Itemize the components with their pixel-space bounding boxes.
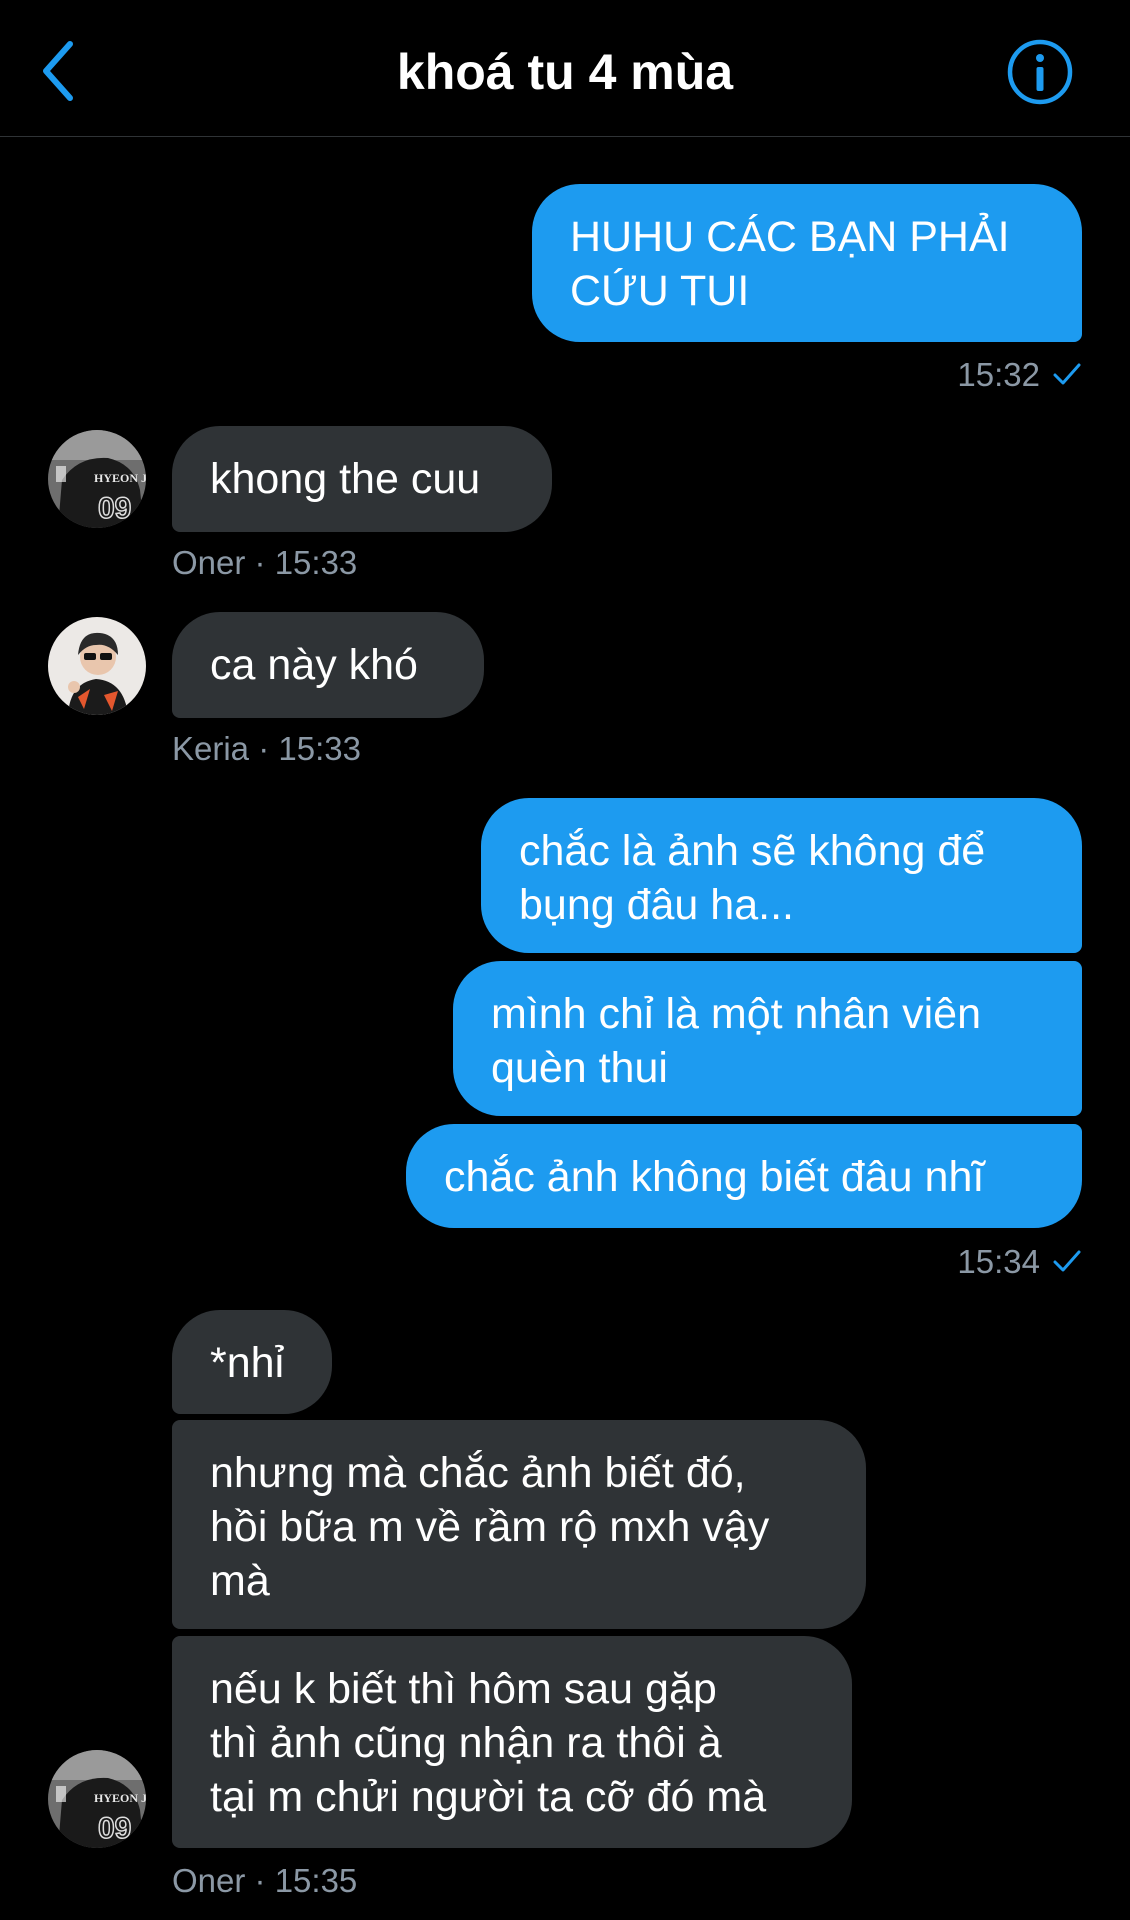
message-bubble-outgoing[interactable]: mình chỉ là một nhân viên quèn thui [453,961,1082,1116]
message-bubble-incoming[interactable]: nhưng mà chắc ảnh biết đó, hồi bữa m về … [172,1420,866,1629]
message-bubble-outgoing[interactable]: chắc là ảnh sẽ không để bụng đâu ha... [481,798,1082,953]
message-bubble-outgoing[interactable]: chắc ảnh không biết đâu nhĩ [406,1124,1082,1228]
message-line: quèn thui [491,1044,668,1092]
message-bubble-outgoing[interactable]: HUHU CÁC BẠN PHẢI CỨU TUI [532,184,1082,342]
avatar-image: HYEON JUN 09 [48,430,146,528]
message-sender-timestamp: Keria · 15:33 [172,730,361,767]
message-line: *nhỉ [210,1339,285,1387]
message-line: ca này khó [210,641,418,689]
message-line: hồi bữa m về rầm rộ mxh vậy [210,1503,770,1551]
message-timestamp: 15:34 [820,1242,1082,1282]
message-bubble-incoming[interactable]: nếu k biết thì hôm sau gặp thì ảnh cũng … [172,1636,852,1848]
message-line: mà [210,1557,270,1605]
message-line: tại m chửi người ta cỡ đó mà [210,1773,767,1821]
message-bubble-incoming[interactable]: ca này khó [172,612,484,718]
avatar-keria[interactable] [48,617,146,715]
svg-text:09: 09 [98,492,131,525]
timestamp-text: 15:34 [957,1243,1040,1280]
avatar-image: HYEON JUN 09 [48,1750,146,1848]
svg-text:HYEON JUN: HYEON JUN [94,471,146,485]
message-line: nhưng mà chắc ảnh biết đó, [210,1449,746,1497]
svg-text:HYEON JUN: HYEON JUN [94,1791,146,1805]
avatar-oner[interactable]: HYEON JUN 09 [48,1750,146,1848]
info-button[interactable] [1004,36,1076,108]
message-timestamp: 15:32 [820,355,1082,395]
message-sender-timestamp: Oner · 15:33 [172,544,358,581]
message-line: HUHU CÁC BẠN PHẢI [570,213,1010,261]
message-line: chắc ảnh không biết đâu nhĩ [444,1153,985,1201]
message-bubble-incoming[interactable]: khong the cuu [172,426,552,532]
chat-header: khoá tu 4 mùa [0,0,1130,137]
message-line: bụng đâu ha... [519,881,794,929]
timestamp-text: 15:32 [957,356,1040,393]
message-line: khong the cuu [210,455,481,503]
message-line: mình chỉ là một nhân viên [491,990,981,1038]
svg-text:09: 09 [98,1812,131,1845]
message-line: thì ảnh cũng nhận ra thôi à [210,1719,722,1767]
message-line: nếu k biết thì hôm sau gặp [210,1665,717,1713]
message-sender-timestamp: Oner · 15:35 [172,1862,358,1899]
message-line: chắc là ảnh sẽ không để [519,827,986,875]
message-bubble-incoming[interactable]: *nhỉ [172,1310,332,1414]
check-icon [1053,1250,1081,1272]
avatar-oner[interactable]: HYEON JUN 09 [48,430,146,528]
avatar-image [48,617,146,715]
message-line: CỨU TUI [570,267,750,315]
info-icon [1007,39,1073,105]
conversation-title[interactable]: khoá tu 4 mùa [0,40,1130,104]
check-icon [1053,363,1081,385]
